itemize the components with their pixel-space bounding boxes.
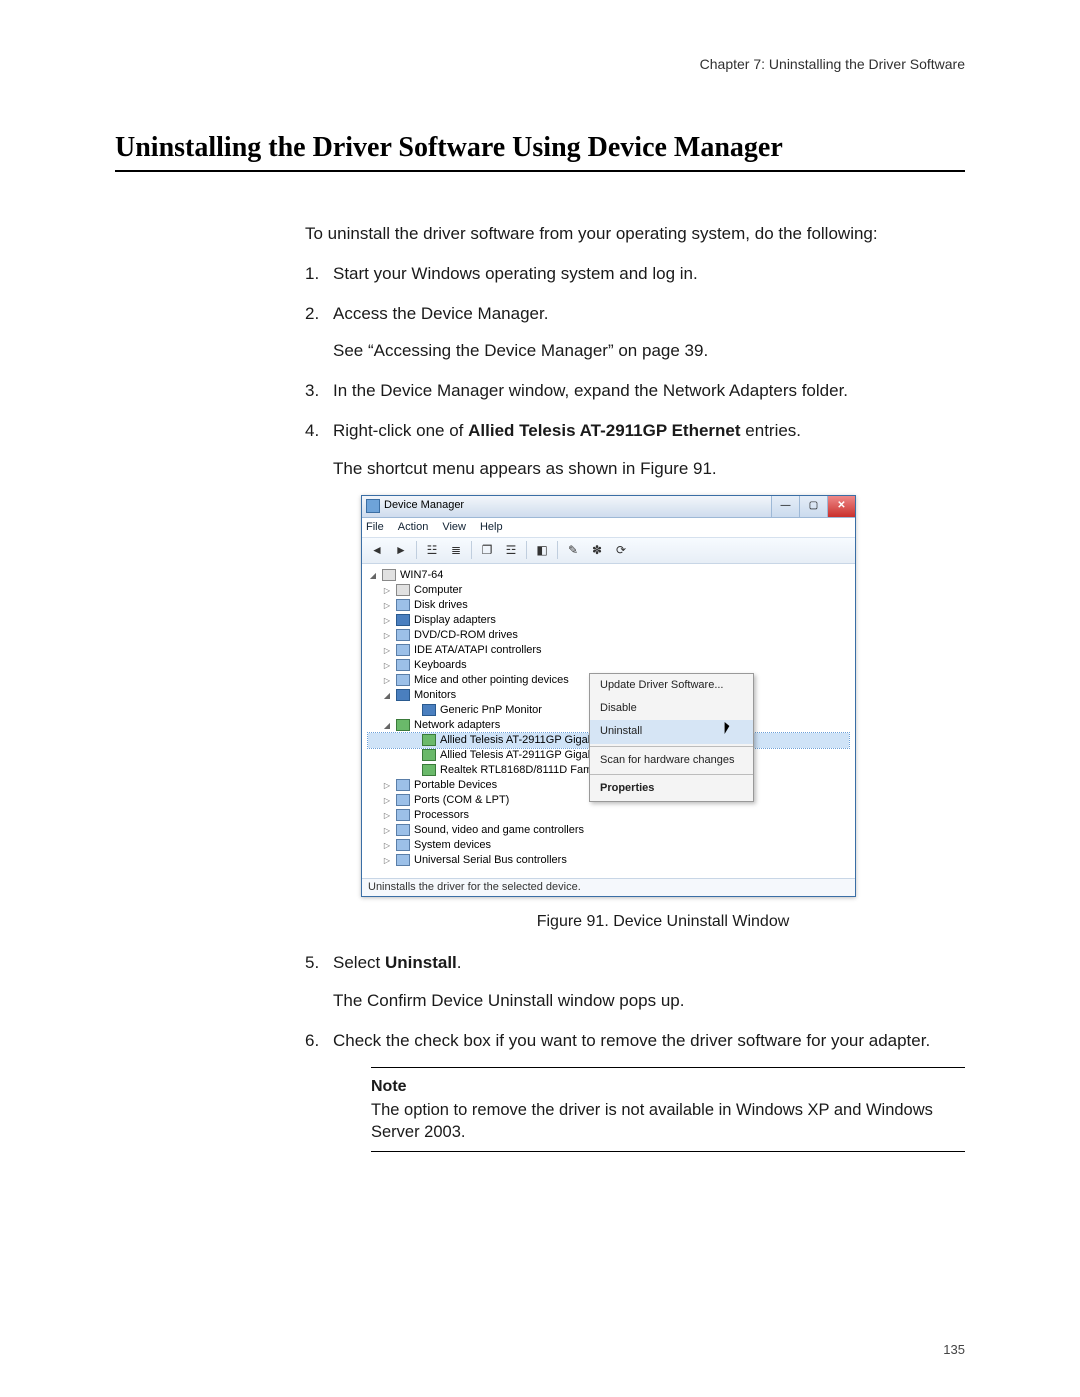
step-5-post: . <box>457 953 462 972</box>
step-3-text: In the Device Manager window, expand the… <box>333 379 965 403</box>
monitors-icon <box>396 689 410 701</box>
net2-icon <box>422 749 436 761</box>
tree-root[interactable]: WIN7-64 <box>400 568 443 583</box>
window-titlebar[interactable]: Device Manager — ▢ ✕ <box>362 496 855 518</box>
page-number: 135 <box>943 1342 965 1357</box>
note-block: Note The option to remove the driver is … <box>371 1067 965 1152</box>
tree-ide[interactable]: IDE ATA/ATAPI controllers <box>414 643 542 658</box>
status-bar: Uninstalls the driver for the selected d… <box>362 878 855 896</box>
ctx-uninstall[interactable]: Uninstall <box>590 720 753 743</box>
ports-icon <box>396 794 410 806</box>
generic-monitor-icon <box>422 704 436 716</box>
minimize-button[interactable]: — <box>771 496 799 517</box>
menu-file[interactable]: File <box>366 520 384 535</box>
tree-generic-monitor[interactable]: Generic PnP Monitor <box>440 703 542 718</box>
net1-icon <box>422 734 436 746</box>
step-4-pre: Right-click one of <box>333 421 468 440</box>
menu-action[interactable]: Action <box>398 520 429 535</box>
toolbar-btn-3[interactable]: ❐ <box>476 540 498 560</box>
note-body: The option to remove the driver is not a… <box>371 1100 965 1143</box>
tree-monitors[interactable]: Monitors <box>414 688 456 703</box>
step-5-text: Select Uninstall. <box>333 951 965 975</box>
section-title: Uninstalling the Driver Software Using D… <box>115 132 965 172</box>
menu-bar: File Action View Help <box>362 518 855 538</box>
tree-portable[interactable]: Portable Devices <box>414 778 497 793</box>
step-5-pre: Select <box>333 953 385 972</box>
window-title: Device Manager <box>384 498 771 513</box>
tree-system[interactable]: System devices <box>414 838 491 853</box>
cursor-icon <box>723 722 735 738</box>
menu-view[interactable]: View <box>442 520 466 535</box>
processors-icon <box>396 809 410 821</box>
step-2-text: Access the Device Manager. <box>333 302 965 326</box>
ctx-properties[interactable]: Properties <box>590 777 753 800</box>
mouse-icon <box>396 674 410 686</box>
tree-display[interactable]: Display adapters <box>414 613 496 628</box>
system-icon <box>396 839 410 851</box>
tree-dvd[interactable]: DVD/CD-ROM drives <box>414 628 518 643</box>
toolbar-btn-7[interactable]: ✽ <box>586 540 608 560</box>
tree-network-adapters[interactable]: Network adapters <box>414 718 500 733</box>
tree-usb[interactable]: Universal Serial Bus controllers <box>414 853 567 868</box>
step-4: Right-click one of Allied Telesis AT-291… <box>305 419 965 933</box>
ctx-uninstall-label: Uninstall <box>600 725 642 737</box>
step-6-text: Check the check box if you want to remov… <box>333 1029 965 1053</box>
tree-sound[interactable]: Sound, video and game controllers <box>414 823 584 838</box>
network-adapters-icon <box>396 719 410 731</box>
computer-root-icon <box>382 569 396 581</box>
toolbar-btn-2[interactable]: ≣ <box>445 540 467 560</box>
net3-icon <box>422 764 436 776</box>
context-menu: Update Driver Software... Disable Uninst… <box>589 673 754 802</box>
ctx-update-driver[interactable]: Update Driver Software... <box>590 674 753 697</box>
close-button[interactable]: ✕ <box>827 496 855 517</box>
toolbar-btn-5[interactable]: ◧ <box>531 540 553 560</box>
step-6: Check the check box if you want to remov… <box>305 1029 965 1152</box>
step-3: In the Device Manager window, expand the… <box>305 379 965 403</box>
forward-button[interactable]: ► <box>390 540 412 560</box>
intro-paragraph: To uninstall the driver software from yo… <box>305 222 965 246</box>
steps-list: Start your Windows operating system and … <box>305 262 965 1152</box>
window-icon <box>366 499 380 513</box>
ctx-disable[interactable]: Disable <box>590 697 753 720</box>
step-4-post: entries. <box>741 421 801 440</box>
ide-icon <box>396 644 410 656</box>
tree-keyboards[interactable]: Keyboards <box>414 658 467 673</box>
portable-icon <box>396 779 410 791</box>
display-icon <box>396 614 410 626</box>
tree-processors[interactable]: Processors <box>414 808 469 823</box>
step-4-bold: Allied Telesis AT-2911GP Ethernet <box>468 421 740 440</box>
disk-icon <box>396 599 410 611</box>
toolbar: ◄ ► ☳ ≣ ❐ ☲ ◧ ✎ <box>362 538 855 564</box>
tree-disk[interactable]: Disk drives <box>414 598 468 613</box>
note-title: Note <box>371 1076 965 1098</box>
dvd-icon <box>396 629 410 641</box>
tree-computer[interactable]: Computer <box>414 583 462 598</box>
ctx-scan-hardware[interactable]: Scan for hardware changes <box>590 749 753 772</box>
step-1-text: Start your Windows operating system and … <box>333 262 965 286</box>
toolbar-btn-8[interactable]: ⟳ <box>610 540 632 560</box>
step-5-subtext: The Confirm Device Uninstall window pops… <box>333 989 965 1013</box>
tree-ports[interactable]: Ports (COM & LPT) <box>414 793 509 808</box>
back-button[interactable]: ◄ <box>366 540 388 560</box>
maximize-button[interactable]: ▢ <box>799 496 827 517</box>
step-4-subtext: The shortcut menu appears as shown in Fi… <box>333 457 965 481</box>
toolbar-btn-4[interactable]: ☲ <box>500 540 522 560</box>
step-5-bold: Uninstall <box>385 953 457 972</box>
running-header: Chapter 7: Uninstalling the Driver Softw… <box>115 56 965 72</box>
tree-mice[interactable]: Mice and other pointing devices <box>414 673 569 688</box>
menu-help[interactable]: Help <box>480 520 503 535</box>
usb-icon <box>396 854 410 866</box>
step-5: Select Uninstall. The Confirm Device Uni… <box>305 951 965 1013</box>
figure-caption: Figure 91. Device Uninstall Window <box>361 911 965 933</box>
computer-icon <box>396 584 410 596</box>
toolbar-btn-6[interactable]: ✎ <box>562 540 584 560</box>
step-1: Start your Windows operating system and … <box>305 262 965 286</box>
step-2-subtext: See “Accessing the Device Manager” on pa… <box>333 339 965 363</box>
toolbar-btn-1[interactable]: ☳ <box>421 540 443 560</box>
step-2: Access the Device Manager. See “Accessin… <box>305 302 965 364</box>
step-4-text: Right-click one of Allied Telesis AT-291… <box>333 419 965 443</box>
keyboard-icon <box>396 659 410 671</box>
sound-icon <box>396 824 410 836</box>
